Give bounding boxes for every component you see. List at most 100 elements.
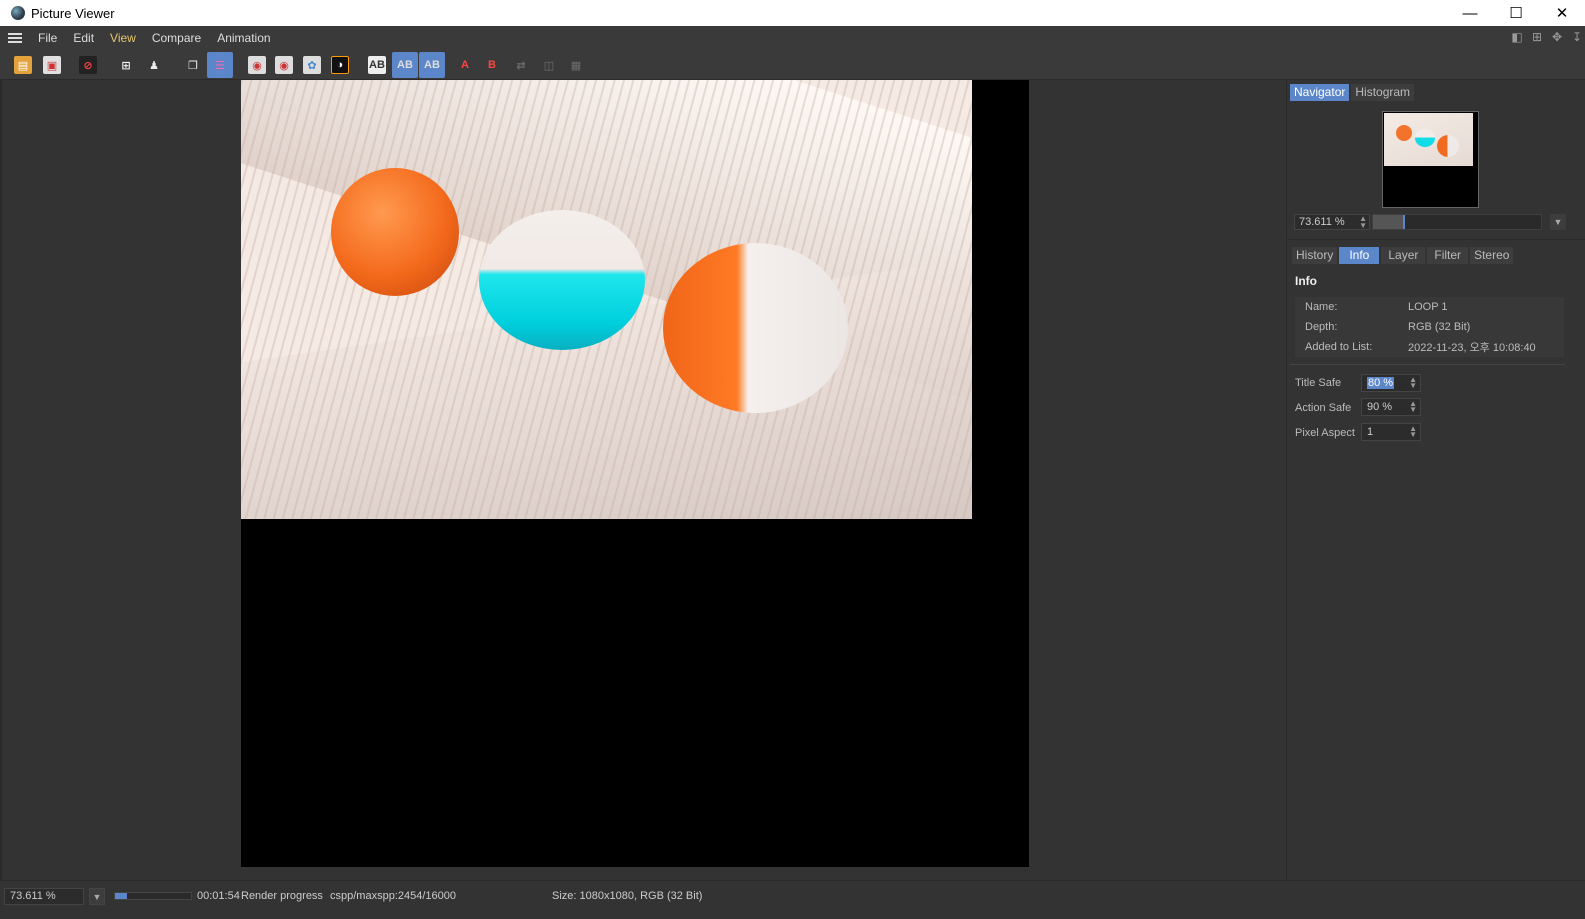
compare-mode-b-icon[interactable]: AB — [419, 52, 445, 78]
pixel-aspect-spinner-icon[interactable]: ▲ ▼ — [1409, 425, 1417, 439]
tab-info[interactable]: Info — [1339, 247, 1380, 264]
difference-icon[interactable]: ▦ — [563, 52, 589, 78]
tab-history[interactable]: History — [1292, 247, 1338, 264]
toolbar: ▤ ▣ ⊘ ⊞ ♟ ❐ ☰ ◉ ◉ ✿ ◑ AB AB AB A B ⇄ ◫ ▦ — [0, 49, 1585, 80]
copy-layer-icon[interactable]: ❐ — [180, 52, 206, 78]
maximize-icon[interactable]: ☐ — [1493, 0, 1539, 26]
thumb-split-sphere — [1437, 135, 1459, 157]
render-progress-label: Render progress — [241, 890, 323, 902]
dock-icon[interactable]: ↧ — [1569, 29, 1585, 45]
rendered-image[interactable] — [241, 80, 972, 519]
cyan-white-sphere — [479, 210, 645, 350]
action-safe-value[interactable]: 90 % — [1367, 401, 1392, 413]
tab-stereo[interactable]: Stereo — [1470, 247, 1514, 264]
zoom-slider-knob[interactable] — [1402, 215, 1405, 229]
view-single-icon[interactable]: ◉ — [244, 52, 270, 78]
status-zoom-field[interactable]: 73.611 % — [4, 888, 84, 905]
thumb-orange-sphere — [1396, 125, 1412, 141]
cinema4d-app-icon — [11, 6, 25, 20]
thumb-cyan-sphere — [1415, 129, 1435, 147]
open-folder-icon[interactable]: ▤ — [10, 52, 36, 78]
menu-view[interactable]: View — [102, 31, 144, 45]
tab-layer[interactable]: Layer — [1381, 247, 1426, 264]
region-render-icon[interactable]: ⊞ — [113, 52, 139, 78]
status-zoom-dropdown-icon[interactable]: ▼ — [89, 888, 105, 905]
menu-animation[interactable]: Animation — [209, 31, 278, 45]
image-size: Size: 1080x1080, RGB (32 Bit) — [552, 890, 703, 902]
navigator-zoom-value: 73.611 % — [1299, 216, 1345, 228]
expand-icon[interactable]: ⊞ — [1529, 29, 1545, 45]
stack-layers-icon[interactable]: ☰ — [207, 52, 233, 78]
menu-edit[interactable]: Edit — [65, 31, 102, 45]
pixel-aspect-value[interactable]: 1 — [1367, 426, 1373, 438]
thumbnail-image — [1384, 113, 1473, 166]
close-icon[interactable]: ✕ — [1539, 0, 1585, 26]
title-safe-label: Title Safe — [1295, 377, 1342, 389]
split-view-icon[interactable]: ◫ — [536, 52, 562, 78]
info-key: Depth: — [1305, 321, 1338, 333]
window-controls: — ☐ ✕ — [1447, 0, 1585, 26]
pixel-aspect-label: Pixel Aspect — [1295, 427, 1355, 439]
info-row-added: Added to List: 2022-11-23, 오후 10:08:40 — [1295, 337, 1564, 357]
render-time: 00:01:54 — [197, 890, 240, 902]
title-safe-input[interactable]: 80 % ▲ ▼ — [1361, 374, 1421, 392]
pixel-aspect-input[interactable]: 1 ▲ ▼ — [1361, 423, 1421, 441]
zoom-slider[interactable] — [1372, 214, 1542, 230]
info-value: RGB (32 Bit) — [1408, 321, 1471, 333]
menu-bar: File Edit View Compare Animation ◧ ⊞ ✥ ↧ — [0, 26, 1585, 49]
title-bar: Picture Viewer — ☐ ✕ — [0, 0, 1585, 26]
stop-render-icon[interactable]: ⊘ — [75, 52, 101, 78]
layout-controls: ◧ ⊞ ✥ ↧ — [1509, 29, 1585, 45]
info-value: 2022-11-23, 오후 10:08:40 — [1408, 342, 1536, 354]
set-b-icon[interactable]: B — [479, 52, 505, 78]
info-key: Name: — [1305, 301, 1338, 313]
compare-mode-a-icon[interactable]: AB — [392, 52, 418, 78]
action-safe-input[interactable]: 90 % ▲ ▼ — [1361, 398, 1421, 416]
save-icon[interactable]: ▣ — [39, 52, 65, 78]
render-progress-bar — [114, 892, 192, 900]
left-panel — [0, 80, 241, 880]
info-row-depth: Depth: RGB (32 Bit) — [1295, 317, 1564, 337]
menu-file[interactable]: File — [30, 31, 65, 45]
tab-navigator[interactable]: Navigator — [1290, 84, 1350, 101]
minimize-icon[interactable]: — — [1447, 0, 1493, 26]
info-tabs: History Info Layer Filter Stereo — [1292, 247, 1514, 264]
hamburger-menu-icon[interactable] — [8, 32, 22, 43]
view-alpha-icon[interactable]: ◑ — [327, 52, 353, 78]
orange-white-sphere — [663, 243, 848, 413]
info-section-title: Info — [1295, 274, 1317, 288]
action-safe-label: Action Safe — [1295, 402, 1352, 414]
view-rgb-icon[interactable]: ✿ — [299, 52, 325, 78]
view-channel-icon[interactable]: ◉ — [271, 52, 297, 78]
swap-ab-icon[interactable]: ⇄ — [508, 52, 534, 78]
status-bar: 73.611 % ▼ 00:01:54 Render progress cspp… — [0, 880, 1585, 919]
compare-ab-icon[interactable]: AB — [364, 52, 390, 78]
info-row-name: Name: LOOP 1 — [1295, 297, 1564, 317]
render-spp: cspp/maxspp:2454/16000 — [330, 890, 456, 902]
tab-filter[interactable]: Filter — [1427, 247, 1469, 264]
panel-divider — [1286, 239, 1585, 240]
render-user-icon[interactable]: ♟ — [141, 52, 167, 78]
navigator-zoom-field[interactable]: 73.611 % ▲ ▼ — [1294, 214, 1370, 230]
panel-toggle-icon[interactable]: ◧ — [1509, 29, 1525, 45]
info-key: Added to List: — [1305, 341, 1373, 353]
title-safe-value[interactable]: 80 % — [1367, 377, 1395, 389]
info-value: LOOP 1 — [1408, 301, 1448, 313]
info-divider — [1290, 364, 1565, 365]
zoom-slider-fill — [1373, 215, 1404, 229]
tab-histogram[interactable]: Histogram — [1351, 84, 1415, 101]
window-title: Picture Viewer — [31, 5, 115, 21]
navigator-tabs: Navigator Histogram — [1290, 84, 1415, 101]
navigator-thumbnail[interactable] — [1382, 111, 1479, 208]
left-edge — [0, 80, 2, 880]
zoom-dropdown-icon[interactable]: ▼ — [1550, 214, 1566, 230]
menu-compare[interactable]: Compare — [144, 31, 209, 45]
render-progress-fill — [115, 893, 127, 899]
status-zoom-value: 73.611 % — [10, 890, 56, 902]
move-icon[interactable]: ✥ — [1549, 29, 1565, 45]
set-a-icon[interactable]: A — [452, 52, 478, 78]
title-safe-spinner-icon[interactable]: ▲ ▼ — [1409, 376, 1417, 390]
orange-sphere — [331, 168, 459, 296]
action-safe-spinner-icon[interactable]: ▲ ▼ — [1409, 400, 1417, 414]
zoom-spinner-icon[interactable]: ▲ ▼ — [1359, 215, 1367, 230]
